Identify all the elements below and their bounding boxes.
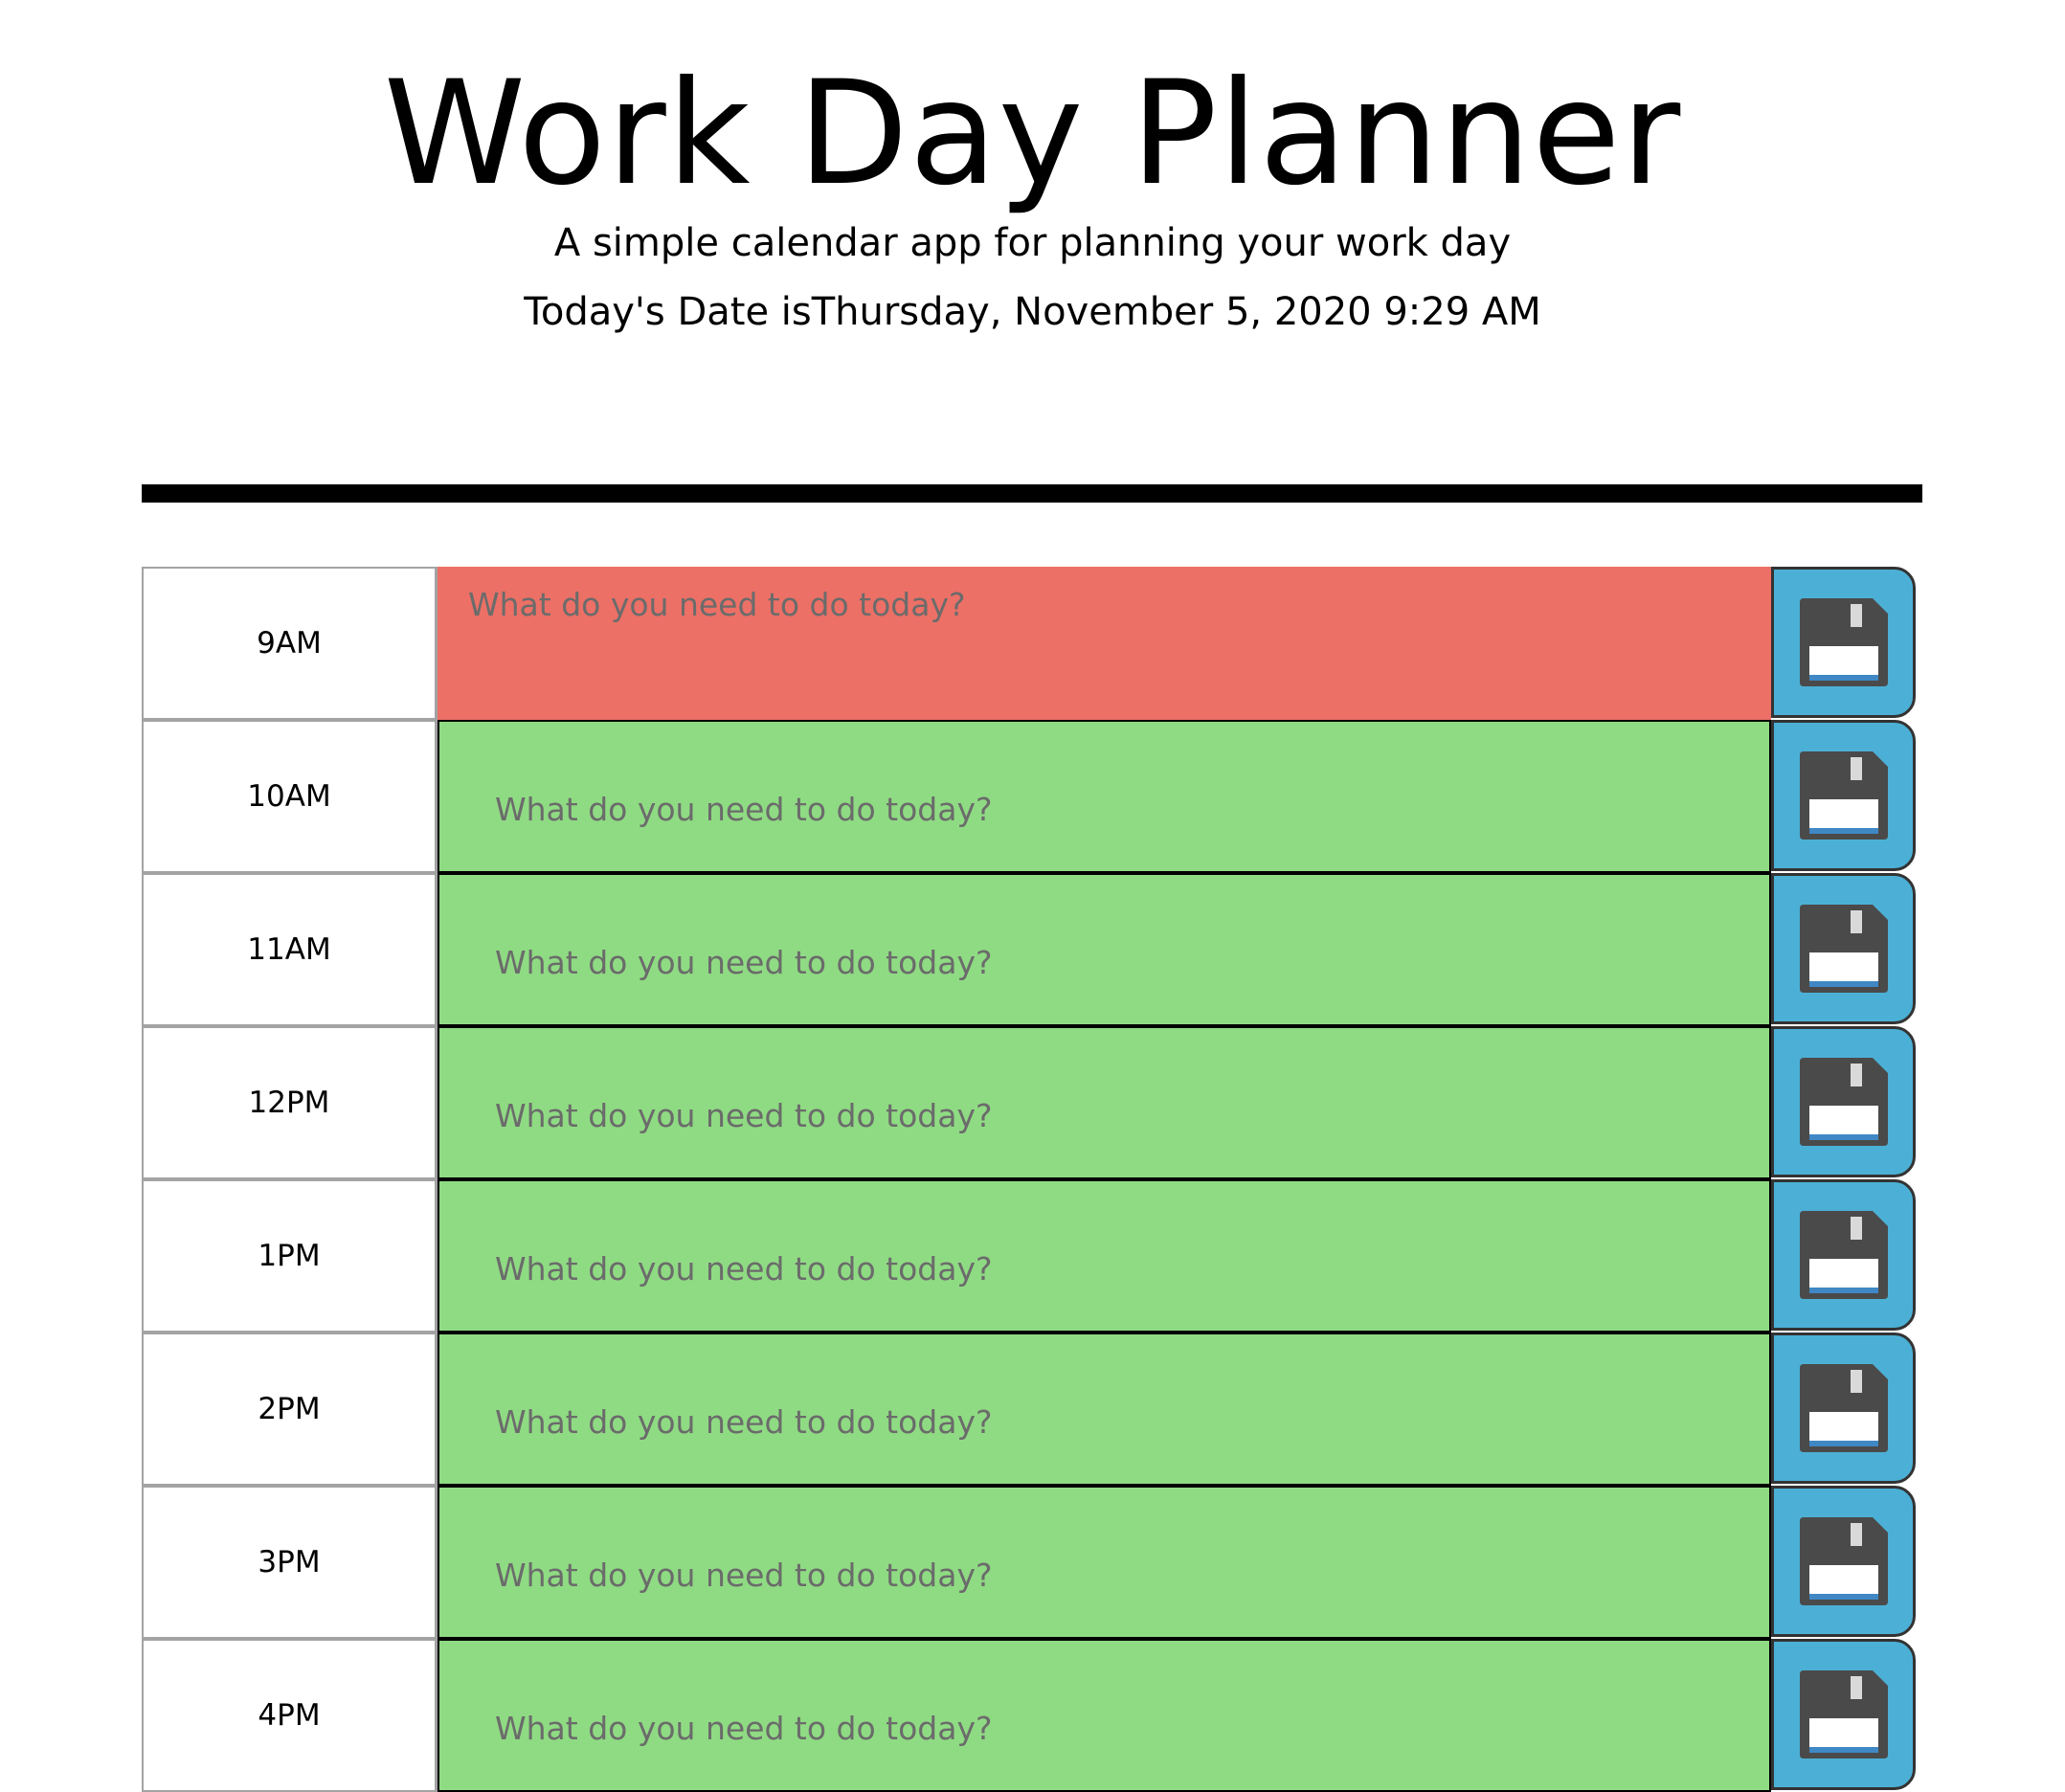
time-block-row: 2PM xyxy=(142,1333,1922,1486)
hour-label: 9AM xyxy=(142,567,438,720)
floppy-disk-icon xyxy=(1799,751,1888,840)
planner-container: 9AM10AM11AM12PM1PM2PM3PM4PM xyxy=(142,567,1922,1792)
floppy-disk-icon xyxy=(1799,1058,1888,1146)
hour-label: 4PM xyxy=(142,1639,438,1792)
current-date: Today's Date isThursday, November 5, 202… xyxy=(524,290,1541,334)
time-block-row: 9AM xyxy=(142,567,1922,720)
page-lead: A simple calendar app for planning your … xyxy=(553,221,1512,265)
task-input[interactable] xyxy=(438,1486,1771,1639)
floppy-disk-icon xyxy=(1799,1211,1888,1299)
task-input[interactable] xyxy=(438,1333,1771,1486)
floppy-disk-icon xyxy=(1799,1670,1888,1758)
floppy-disk-icon xyxy=(1799,905,1888,993)
header-divider xyxy=(142,484,1922,503)
floppy-disk-icon xyxy=(1799,1517,1888,1605)
save-button[interactable] xyxy=(1771,720,1916,871)
save-button[interactable] xyxy=(1771,1333,1916,1484)
save-button[interactable] xyxy=(1771,1179,1916,1331)
hour-label: 10AM xyxy=(142,720,438,873)
task-input[interactable] xyxy=(438,567,1771,720)
save-button[interactable] xyxy=(1771,567,1916,718)
time-block-row: 3PM xyxy=(142,1486,1922,1639)
task-input[interactable] xyxy=(438,720,1771,873)
hour-label: 12PM xyxy=(142,1026,438,1179)
floppy-disk-icon xyxy=(1799,1364,1888,1452)
task-input[interactable] xyxy=(438,873,1771,1026)
hour-label: 1PM xyxy=(142,1179,438,1333)
task-input[interactable] xyxy=(438,1179,1771,1333)
hour-label: 11AM xyxy=(142,873,438,1026)
time-block-row: 10AM xyxy=(142,720,1922,873)
task-input[interactable] xyxy=(438,1026,1771,1179)
save-button[interactable] xyxy=(1771,1639,1916,1790)
task-input[interactable] xyxy=(438,1639,1771,1792)
time-block-row: 4PM xyxy=(142,1639,1922,1792)
time-block-row: 12PM xyxy=(142,1026,1922,1179)
floppy-disk-icon xyxy=(1799,598,1888,686)
page-title: Work Day Planner xyxy=(383,51,1682,217)
hour-label: 3PM xyxy=(142,1486,438,1639)
time-block-row: 11AM xyxy=(142,873,1922,1026)
save-button[interactable] xyxy=(1771,1486,1916,1637)
hour-label: 2PM xyxy=(142,1333,438,1486)
save-button[interactable] xyxy=(1771,1026,1916,1177)
save-button[interactable] xyxy=(1771,873,1916,1024)
time-block-row: 1PM xyxy=(142,1179,1922,1333)
